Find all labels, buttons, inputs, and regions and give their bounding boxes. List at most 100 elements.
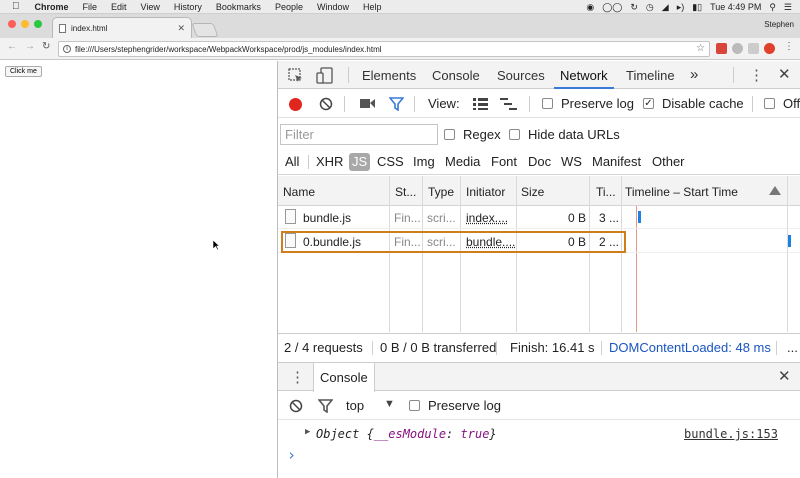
context-selector[interactable]: top — [346, 398, 364, 413]
filter-input[interactable] — [280, 124, 438, 145]
overview-waterfall-icon[interactable] — [500, 98, 517, 110]
offline-checkbox[interactable] — [764, 98, 775, 109]
column-time[interactable]: Ti... — [596, 185, 616, 199]
console-filter-icon[interactable] — [318, 399, 333, 413]
preserve-log-label[interactable]: Preserve log — [561, 96, 634, 111]
type-media[interactable]: Media — [445, 154, 480, 169]
browser-tab[interactable]: index.html ✕ — [52, 17, 192, 38]
type-all[interactable]: All — [285, 154, 299, 169]
preserve-log-checkbox[interactable] — [542, 98, 553, 109]
window-minimize-button[interactable] — [21, 20, 29, 28]
menu-app-name[interactable]: Chrome — [28, 2, 76, 12]
column-timeline[interactable]: Timeline – Start Time — [625, 185, 738, 199]
column-name[interactable]: Name — [283, 185, 315, 199]
column-size[interactable]: Size — [521, 185, 544, 199]
menubar-clock[interactable]: Tue 4:49 PM — [710, 2, 761, 12]
type-doc[interactable]: Doc — [528, 154, 551, 169]
request-initiator[interactable]: index.... — [466, 211, 508, 225]
expand-triangle-icon[interactable]: ▶ — [305, 427, 310, 437]
tab-console[interactable]: Console — [432, 68, 480, 83]
close-tab-icon[interactable]: ✕ — [177, 23, 185, 34]
extension-red-icon[interactable] — [716, 43, 727, 54]
menu-view[interactable]: View — [134, 2, 167, 12]
profile-name[interactable]: Stephen — [764, 20, 794, 29]
table-row[interactable]: bundle.js Fin... scri... index.... 0 B 3… — [278, 206, 800, 229]
extension-opera-icon[interactable] — [764, 43, 775, 54]
apple-icon[interactable]:  — [0, 1, 28, 12]
click-me-button[interactable]: Click me — [5, 66, 42, 77]
regex-label[interactable]: Regex — [463, 127, 501, 142]
window-close-button[interactable] — [8, 20, 16, 28]
large-rows-icon[interactable] — [473, 98, 488, 110]
type-css[interactable]: CSS — [377, 154, 404, 169]
request-name[interactable]: bundle.js — [303, 211, 351, 225]
spotlight-icon[interactable]: ⚲ — [769, 2, 776, 13]
type-manifest[interactable]: Manifest — [592, 154, 641, 169]
type-other[interactable]: Other — [652, 154, 685, 169]
log-source-link[interactable]: bundle.js:153 — [684, 427, 778, 441]
camera-icon[interactable]: ◉ — [586, 2, 594, 13]
offline-label[interactable]: Offl — [783, 96, 800, 111]
new-tab-button[interactable] — [191, 23, 219, 37]
menu-history[interactable]: History — [167, 2, 209, 12]
close-drawer-icon[interactable]: ✕ — [778, 367, 791, 385]
extension-cloud-icon[interactable] — [732, 43, 743, 54]
inspect-element-icon[interactable] — [288, 68, 304, 84]
column-initiator[interactable]: Initiator — [466, 185, 505, 199]
column-type[interactable]: Type — [428, 185, 454, 199]
glasses-icon[interactable]: ◯◯ — [602, 2, 622, 13]
close-devtools-icon[interactable]: ✕ — [778, 65, 791, 83]
type-font[interactable]: Font — [491, 154, 517, 169]
tab-sources[interactable]: Sources — [497, 68, 545, 83]
log-object[interactable]: Object {__esModule: true} — [316, 427, 497, 441]
menu-bookmarks[interactable]: Bookmarks — [209, 2, 268, 12]
timeline-bar[interactable] — [788, 235, 791, 247]
disable-cache-checkbox[interactable]: ✓ — [643, 98, 654, 109]
tab-timeline[interactable]: Timeline — [626, 68, 675, 83]
notification-center-icon[interactable]: ☰ — [784, 2, 792, 13]
hide-data-urls-checkbox[interactable] — [509, 129, 520, 140]
video-camera-icon[interactable] — [360, 98, 376, 110]
menu-window[interactable]: Window — [310, 2, 356, 12]
devtools-menu-icon[interactable]: ⋮ — [749, 66, 764, 84]
menu-edit[interactable]: Edit — [104, 2, 134, 12]
wifi-icon[interactable]: ◢ — [662, 2, 669, 13]
menu-people[interactable]: People — [268, 2, 310, 12]
timeline-bar[interactable] — [638, 211, 641, 223]
chrome-menu-icon[interactable]: ⋮ — [784, 41, 794, 52]
clear-console-icon[interactable] — [289, 399, 303, 413]
window-zoom-button[interactable] — [34, 20, 42, 28]
regex-checkbox[interactable] — [444, 129, 455, 140]
menu-file[interactable]: File — [76, 2, 105, 12]
back-arrow-icon[interactable]: ← — [7, 41, 17, 52]
record-icon[interactable] — [289, 98, 302, 111]
bookmark-star-icon[interactable]: ☆ — [696, 43, 705, 54]
console-log-entry[interactable]: ▶ Object {__esModule: true} bundle.js:15… — [278, 426, 800, 446]
type-js[interactable]: JS — [349, 153, 371, 171]
menu-help[interactable]: Help — [356, 2, 389, 12]
filter-funnel-icon[interactable] — [389, 97, 404, 111]
info-icon[interactable]: i — [63, 45, 71, 53]
type-img[interactable]: Img — [413, 154, 435, 169]
console-prompt[interactable]: › — [287, 446, 296, 464]
battery-icon[interactable]: ▮▯ — [692, 2, 702, 13]
sort-order-icon[interactable] — [768, 185, 782, 197]
column-status[interactable]: St... — [395, 185, 416, 199]
more-tabs-icon[interactable]: » — [690, 66, 698, 83]
sync-icon[interactable]: ↻ — [630, 2, 638, 13]
extension-gray-icon[interactable] — [748, 43, 759, 54]
disable-cache-label[interactable]: Disable cache — [662, 96, 744, 111]
hide-data-urls-label[interactable]: Hide data URLs — [528, 127, 620, 142]
drawer-tab-console[interactable]: Console — [313, 363, 375, 392]
type-xhr[interactable]: XHR — [316, 154, 343, 169]
volume-icon[interactable]: ▸) — [677, 2, 685, 13]
tab-elements[interactable]: Elements — [362, 68, 416, 83]
address-bar[interactable]: i file:///Users/stephengrider/workspace/… — [58, 41, 710, 57]
type-ws[interactable]: WS — [561, 154, 582, 169]
time-machine-icon[interactable]: ◷ — [646, 2, 654, 13]
console-preserve-log-checkbox[interactable] — [409, 400, 420, 411]
console-preserve-log-label[interactable]: Preserve log — [428, 398, 501, 413]
tab-network[interactable]: Network — [560, 68, 608, 83]
device-toolbar-icon[interactable] — [316, 67, 334, 85]
reload-icon[interactable]: ↻ — [42, 41, 50, 52]
